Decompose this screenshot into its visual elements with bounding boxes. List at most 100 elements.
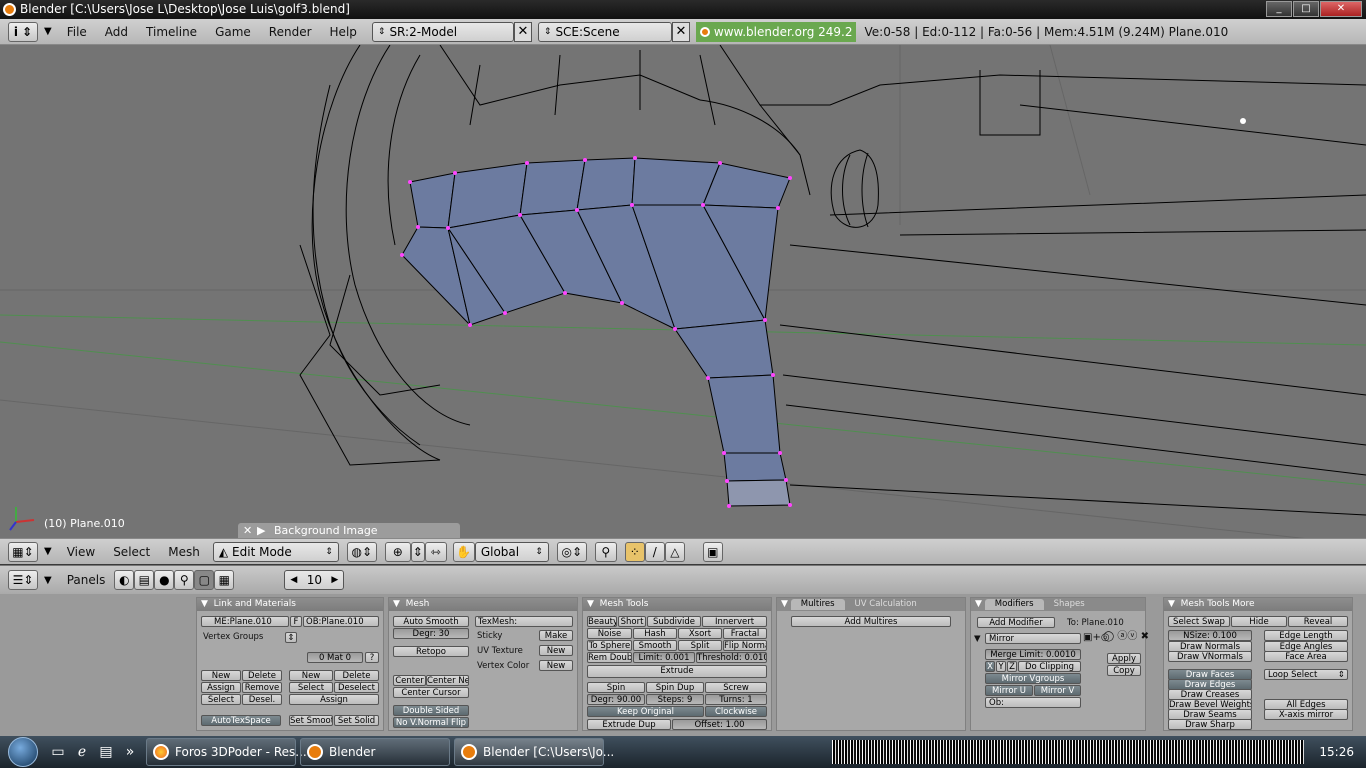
- extrude-offset-field[interactable]: Offset: 1.00: [672, 719, 767, 730]
- extrude-button[interactable]: Extrude: [587, 665, 767, 678]
- move-up-down-icon[interactable]: ◯ ⓐⓥ ✖: [1103, 632, 1149, 642]
- clockwise-toggle[interactable]: Clockwise: [705, 706, 767, 717]
- manipulator-icon[interactable]: ⊕: [384, 541, 411, 562]
- menu-help[interactable]: Help: [321, 25, 366, 39]
- menu-render[interactable]: Render: [260, 25, 321, 39]
- add-modifier-button[interactable]: Add Modifier: [977, 617, 1055, 628]
- logic-icon[interactable]: ◐: [114, 570, 135, 590]
- mirror-u-toggle[interactable]: Mirror U: [985, 685, 1033, 696]
- limit-field[interactable]: Limit: 0.001: [633, 652, 695, 663]
- mirror-x-toggle[interactable]: X: [985, 661, 995, 672]
- task-blender[interactable]: Blender: [300, 738, 450, 766]
- shading-icon[interactable]: ●: [154, 570, 175, 590]
- tab-shapes[interactable]: Shapes: [1044, 599, 1095, 610]
- mirror-modifier-name[interactable]: Mirror: [985, 633, 1081, 644]
- loop-select-menu[interactable]: Loop Select ⇕: [1264, 669, 1348, 680]
- material-assign-button[interactable]: Assign: [289, 694, 379, 705]
- hand-icon[interactable]: ✋: [452, 541, 475, 562]
- spin-dup-button[interactable]: Spin Dup: [646, 682, 704, 693]
- beauty-toggle[interactable]: Beauty: [587, 616, 617, 627]
- mirror-v-toggle[interactable]: Mirror V: [1034, 685, 1081, 696]
- vgroup-assign-button[interactable]: Assign: [201, 682, 241, 693]
- mesh-wireframe[interactable]: [0, 45, 1366, 538]
- normal-size-field[interactable]: NSize: 0.100: [1168, 630, 1252, 641]
- blender-website-link[interactable]: www.blender.org 249.2: [695, 21, 857, 42]
- orientation-selector[interactable]: Global ⇕: [474, 541, 549, 562]
- scene-icon[interactable]: ▦: [214, 570, 235, 590]
- object-name-field[interactable]: OB:Plane.010: [303, 616, 379, 627]
- innervert-button[interactable]: Innervert: [702, 616, 767, 627]
- mirror-z-toggle[interactable]: Z: [1007, 661, 1017, 672]
- collapse-triangle-icon[interactable]: ▼: [974, 634, 981, 644]
- screw-turns-field[interactable]: Turns: 1: [705, 694, 767, 705]
- merge-limit-field[interactable]: Merge Limit: 0.0010: [985, 649, 1081, 660]
- autotexspace-toggle[interactable]: AutoTexSpace: [201, 715, 281, 726]
- menu-select[interactable]: Select: [104, 545, 159, 559]
- spin-degree-field[interactable]: Degr: 90.00: [587, 694, 645, 705]
- collapse-triangle-icon[interactable]: ▼: [44, 546, 52, 557]
- mirror-object-field[interactable]: Ob:: [985, 697, 1081, 708]
- face-select-icon[interactable]: △: [664, 541, 685, 562]
- x-axis-mirror-toggle[interactable]: X-axis mirror: [1264, 709, 1348, 720]
- maximize-button[interactable]: □: [1293, 1, 1319, 17]
- object-icon[interactable]: ⚲: [174, 570, 195, 590]
- to-sphere-button[interactable]: To Sphere: [587, 640, 632, 651]
- menu-add[interactable]: Add: [96, 25, 137, 39]
- retopo-toggle[interactable]: Retopo: [393, 646, 469, 657]
- scene-selector[interactable]: ⇕ SCE:Scene: [537, 21, 672, 42]
- mesh-name-field[interactable]: ME:Plane.010: [201, 616, 289, 627]
- vgroup-select-button[interactable]: Select: [201, 694, 241, 705]
- delete-scene-button[interactable]: ✕: [671, 21, 690, 42]
- script-icon[interactable]: ▤: [134, 570, 155, 590]
- vgroup-deselect-button[interactable]: Desel.: [242, 694, 282, 705]
- material-index-field[interactable]: 0 Mat 0: [307, 652, 363, 663]
- noise-button[interactable]: Noise: [587, 628, 632, 639]
- keep-original-toggle[interactable]: Keep Original: [587, 706, 704, 717]
- panel-title[interactable]: ▼ Mesh Tools More: [1164, 598, 1352, 611]
- vgroup-delete-button[interactable]: Delete: [242, 670, 282, 681]
- threshold-field[interactable]: Threshold: 0.010: [696, 652, 767, 663]
- background-image-panel[interactable]: ✕ ▶ Background Image: [238, 523, 460, 538]
- expand-arrow-icon[interactable]: ▶: [257, 523, 265, 538]
- copy-modifier-button[interactable]: Copy: [1107, 665, 1141, 676]
- auto-smooth-toggle[interactable]: Auto Smooth: [393, 616, 469, 627]
- menu-view[interactable]: View: [58, 545, 104, 559]
- tab-multires[interactable]: Multires: [790, 599, 845, 610]
- no-vnormal-flip-toggle[interactable]: No V.Normal Flip: [393, 717, 469, 728]
- minimize-button[interactable]: _: [1266, 1, 1292, 17]
- mirror-y-toggle[interactable]: Y: [996, 661, 1006, 672]
- tab-modifiers[interactable]: Modifiers: [984, 599, 1044, 610]
- sticky-make-button[interactable]: Make: [539, 630, 573, 641]
- flip-normal-button[interactable]: Flip Normal: [723, 640, 767, 651]
- vgroup-remove-button[interactable]: Remove: [242, 682, 282, 693]
- menu-mesh[interactable]: Mesh: [159, 545, 209, 559]
- delete-screen-button[interactable]: ✕: [513, 21, 532, 42]
- panel-title[interactable]: ▼ Mesh: [389, 598, 577, 611]
- collapse-triangle-icon[interactable]: ▼: [44, 575, 52, 586]
- edge-select-icon[interactable]: /: [644, 541, 665, 562]
- internet-explorer-icon[interactable]: ℯ: [72, 742, 92, 762]
- center-button[interactable]: Center: [393, 675, 426, 686]
- texmesh-field[interactable]: TexMesh:: [475, 616, 573, 627]
- menu-file[interactable]: File: [58, 25, 96, 39]
- center-cursor-button[interactable]: Center Cursor: [393, 687, 469, 698]
- apply-modifier-button[interactable]: Apply: [1107, 653, 1141, 664]
- face-area-toggle[interactable]: Face Area: [1264, 651, 1348, 662]
- set-solid-button[interactable]: Set Solid: [334, 715, 379, 726]
- info-window-type-icon[interactable]: i ⇕: [8, 21, 38, 42]
- start-button[interactable]: [0, 736, 46, 768]
- 3d-viewport[interactable]: (10) Plane.010: [0, 45, 1366, 538]
- vertex-select-icon[interactable]: ⁘: [624, 541, 645, 562]
- draw-vnormals-toggle[interactable]: Draw VNormals: [1168, 651, 1252, 662]
- fractal-button[interactable]: Fractal: [723, 628, 767, 639]
- material-delete-button[interactable]: Delete: [334, 670, 379, 681]
- smooth-degree-field[interactable]: Degr: 30: [393, 628, 469, 639]
- spin-button[interactable]: Spin: [587, 682, 645, 693]
- short-toggle[interactable]: Short: [618, 616, 646, 627]
- material-new-button[interactable]: New: [289, 670, 333, 681]
- task-firefox[interactable]: Foros 3DPoder - Res...: [146, 738, 307, 766]
- hide-button[interactable]: Hide: [1231, 616, 1287, 627]
- add-multires-button[interactable]: Add Multires: [791, 616, 951, 627]
- collapse-triangle-icon[interactable]: ▼: [44, 26, 52, 37]
- close-button[interactable]: ✕: [1320, 1, 1362, 17]
